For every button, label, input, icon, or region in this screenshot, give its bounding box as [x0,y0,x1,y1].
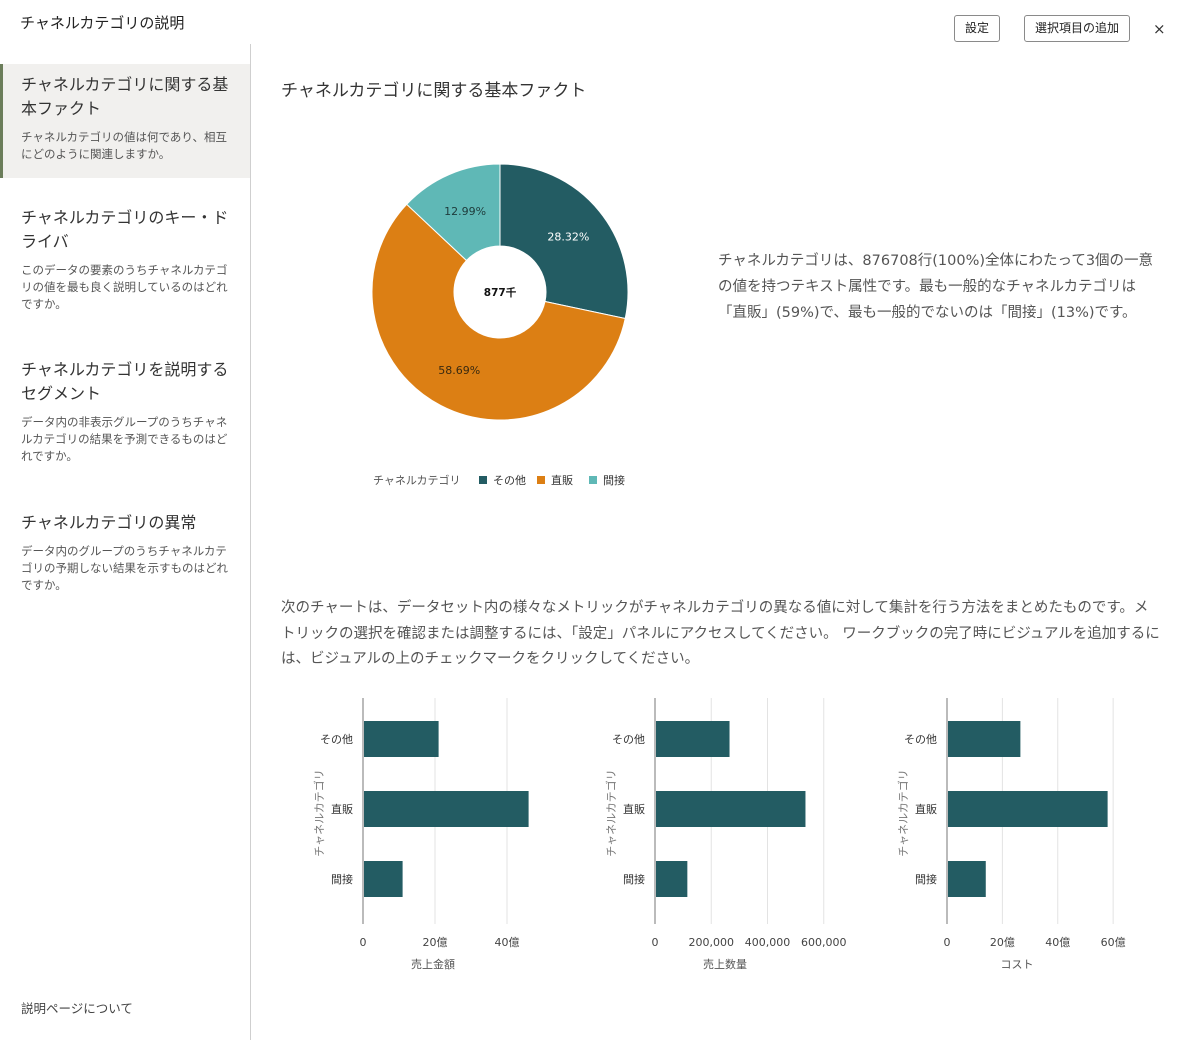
x-tick-label: 400,000 [745,936,791,949]
sidebar-item-segments[interactable]: チャネルカテゴリを説明するセグメント データ内の非表示グループのうちチャネルカテ… [0,358,250,465]
x-tick-label: 40億 [1045,936,1070,949]
bar[interactable] [364,721,439,757]
sidebar-item-basic-facts[interactable]: チャネルカテゴリに関する基本ファクト チャネルカテゴリの値は何であり、相互にどの… [0,64,250,178]
bar[interactable] [948,791,1108,827]
bar-chart-cost: その他直販間接 0 20億 40億 60億コスト チャネルカテゴリ [896,698,1126,971]
sidebar-item-desc: このデータの要素のうちチャネルカテゴリの値を最も良く説明しているのはどれですか。 [21,263,228,311]
x-tick-label: 40億 [495,936,520,949]
y-axis-title: チャネルカテゴリ [312,769,326,857]
x-axis-title: 売上数量 [703,958,747,971]
x-tick-label: 60億 [1101,936,1126,949]
pie-slice-label: 58.69% [438,364,480,377]
intro-text: 次のチャートは、データセット内の様々なメトリックがチャネルカテゴリの異なる値に対… [281,600,1160,667]
x-axis-title: コスト [1001,958,1034,971]
pie-slice-label: 28.32% [547,231,589,244]
bar[interactable] [948,861,986,897]
sidebar-item-title: チャネルカテゴリのキー・ドライバ [21,208,229,251]
sidebar-item-anomalies[interactable]: チャネルカテゴリの異常 データ内のグループのうちチャネルカテゴリの予期しない結果… [0,511,250,594]
summary-text: チャネルカテゴリは、876708行(100%)全体にわたって3個の一意の値を持つ… [718,253,1154,321]
settings-button[interactable]: 設定 [954,15,1001,42]
category-tick-label: その他 [320,733,353,746]
sidebar-item-title: チャネルカテゴリを説明するセグメント [21,360,229,403]
pie-slice-label: 12.99% [444,205,486,218]
x-tick-label: 20億 [423,936,448,949]
legend-swatch [537,476,545,484]
legend-swatch [589,476,597,484]
bar[interactable] [656,861,688,897]
category-tick-label: 直販 [623,802,645,816]
close-icon[interactable]: × [1153,20,1166,38]
x-tick-label: 600,000 [801,936,847,949]
category-tick-label: 間接 [623,873,645,886]
legend-item-label: 直販 [551,473,573,487]
y-axis-title: チャネルカテゴリ [604,769,618,857]
add-selection-button[interactable]: 選択項目の追加 [1024,15,1131,42]
category-tick-label: その他 [612,733,645,746]
section-title: チャネルカテゴリに関する基本ファクト [281,81,587,101]
donut-chart: 28.32% 58.69% 12.99% 877千チャネルカテゴリ その他 直販 間接 [371,163,629,487]
x-axis-title: 売上金額 [411,957,455,971]
legend-item-label: 間接 [603,474,625,487]
dialog-title: チャネルカテゴリの説明 [20,14,185,32]
x-tick-label: 200,000 [689,936,735,949]
sidebar-nav: チャネルカテゴリに関する基本ファクト チャネルカテゴリの値は何であり、相互にどの… [0,44,251,1040]
about-explain-link[interactable]: 説明ページについて [21,998,133,1017]
x-tick-label: 20億 [990,936,1015,949]
bar-chart-sales-amount: その他直販間接 0 20億 40億売上金額 チャネルカテゴリ [312,698,529,971]
category-tick-label: 間接 [331,873,353,886]
sidebar-item-desc: データ内の非表示グループのうちチャネルカテゴリの結果を予測できるものはどれですか… [21,415,228,463]
pie-center-label: 877千 [484,286,517,299]
category-tick-label: その他 [904,733,937,746]
sidebar-item-desc: データ内のグループのうちチャネルカテゴリの予期しない結果を示すものはどれですか。 [21,544,228,592]
legend-title: チャネルカテゴリ [373,473,461,487]
sidebar-item-title: チャネルカテゴリに関する基本ファクト [21,75,229,118]
category-tick-label: 直販 [915,802,937,816]
x-tick-label: 0 [944,936,951,949]
bar[interactable] [656,721,730,757]
bar[interactable] [364,791,529,827]
main-content: チャネルカテゴリに関する基本ファクト 28.32% 58.69% 12.99% 877… [251,44,1188,1040]
explain-dialog: チャネルカテゴリの説明 設定 選択項目の追加 × チャネルカテゴリに関する基本フ… [0,0,1188,1040]
bar[interactable] [948,721,1021,757]
sidebar-item-title: チャネルカテゴリの異常 [21,513,197,532]
sidebar-item-desc: チャネルカテゴリの値は何であり、相互にどのように関連しますか。 [21,130,227,161]
dialog-header: チャネルカテゴリの説明 設定 選択項目の追加 × [0,0,1188,44]
bar[interactable] [656,791,806,827]
x-tick-label: 0 [652,936,659,949]
bar-chart-sales-quantity: その他直販間接 0 200,000 400,000 600,000 売上数量 チャネルカテゴ… [604,698,847,971]
legend-item-label: その他 [493,474,526,487]
category-tick-label: 直販 [331,802,353,816]
x-tick-label: 0 [360,936,367,949]
y-axis-title: チャネルカテゴリ [896,769,910,857]
category-tick-label: 間接 [915,873,937,886]
legend-swatch [479,476,487,484]
bar[interactable] [364,861,403,897]
sidebar-item-key-drivers[interactable]: チャネルカテゴリのキー・ドライバ このデータの要素のうちチャネルカテゴリの値を最… [0,206,250,313]
